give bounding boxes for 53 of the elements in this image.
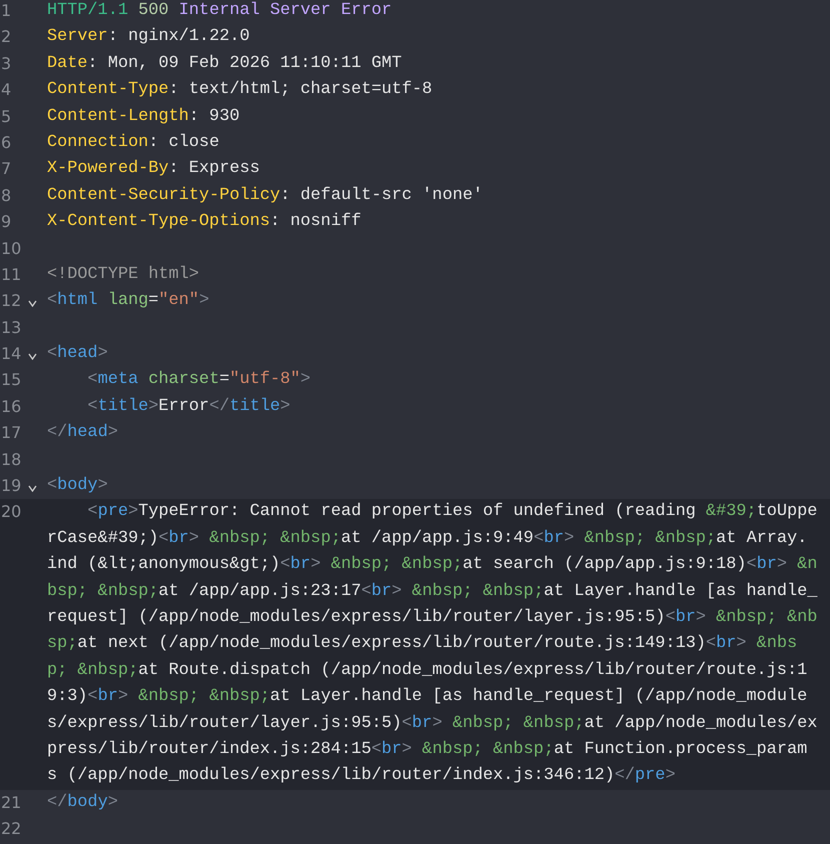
chevron-down-icon[interactable] (28, 485, 37, 492)
line-number: 15 (0, 369, 22, 392)
line-number: 3 (0, 52, 12, 75)
line-number: 6 (0, 132, 12, 154)
line-number: 1 (0, 0, 12, 22)
code-line: request] (/app/node_modules/express/lib/router/layer.js:95:5)<br> &nbsp; &nb (47, 606, 818, 629)
line-number: 2 (0, 26, 12, 48)
code-line: Content-Type: text/html; charset=utf-8 (47, 79, 432, 102)
line-number: 17 (0, 422, 22, 444)
code-line: s (/app/node_modules/express/lib/router/index.js:346:12)</pre> (47, 765, 676, 788)
line-number: 18 (0, 448, 22, 471)
chevron-down-icon[interactable] (28, 300, 37, 308)
code-line: press/lib/router/index.js:284:15<br> &nbsp; &nbsp;at Function.process_param (47, 738, 808, 761)
code-line: rCase&#39;)<br> &nbsp; &nbsp;at /app/app.js:9:49<br> &nbsp; &nbsp;at Array. (47, 528, 808, 550)
line-number: 14 (0, 343, 22, 366)
code-line: Date: Mon, 09 Feb 2026 11:10:11 GMT (47, 52, 402, 75)
line-number: 16 (0, 396, 22, 418)
code-line: </body> (47, 792, 118, 814)
code-line: ind (&lt;anonymous&gt;)<br> &nbsp; &nbsp;at search (/app/app.js:9:18)<br> &n (47, 554, 818, 576)
code-line: <meta charset="utf-8"> (86, 369, 311, 392)
code-line: <pre>TypeError: Cannot read properties of undefined (reading &#39;toUppe (86, 501, 818, 524)
line-number: 13 (0, 316, 22, 339)
code-line: <html lang="en"> (47, 290, 210, 312)
code-line: <head> (47, 343, 108, 366)
chevron-down-icon[interactable] (28, 353, 37, 360)
code-line: X-Powered-By: Express (47, 158, 260, 180)
code-line: Content-Length: 930 (47, 106, 240, 128)
code-line: </head> (47, 422, 118, 444)
line-number: 10 (0, 238, 22, 260)
code-line: Server: nginx/1.22.0 (47, 26, 250, 48)
line-number: 5 (0, 106, 12, 128)
line-number: 9 (0, 211, 12, 234)
line-number: 20 (0, 501, 22, 524)
line-number: 21 (0, 792, 22, 814)
line-number: 11 (0, 264, 22, 286)
code-line: Connection: close (47, 132, 220, 154)
code-line: s/express/lib/router/layer.js:95:5)<br> &nbsp; &nbsp;at /app/node_modules/ex (47, 712, 818, 735)
code-line: Content-Security-Policy: default-src 'none' (47, 184, 483, 207)
code-line: p; &nbsp;at Route.dispatch (/app/node_modules/express/lib/router/route.js:1 (47, 660, 808, 682)
code-line: HTTP/1.1 500 Internal Server Error (47, 0, 392, 22)
line-number: 19 (0, 475, 22, 498)
line-number: 8 (0, 184, 12, 207)
line-number: 4 (0, 79, 12, 102)
line-number: 12 (0, 290, 22, 312)
code-line: <!DOCTYPE html> (47, 264, 200, 286)
code-line: sp;at next (/app/node_modules/express/lib/router/route.js:149:13)<br> &nbs (47, 633, 798, 656)
code-line: <title>Error</title> (86, 396, 290, 418)
line-number: 22 (0, 818, 22, 840)
code-line: bsp; &nbsp;at /app/app.js:23:17<br> &nbsp; &nbsp;at Layer.handle [as handle_ (47, 580, 818, 603)
line-number: 7 (0, 158, 12, 180)
code-line: <body> (47, 475, 108, 498)
code-line: 9:3)<br> &nbsp; &nbsp;at Layer.handle [as handle_request] (/app/node_module (47, 686, 808, 708)
code-line: X-Content-Type-Options: nosniff (47, 211, 362, 234)
